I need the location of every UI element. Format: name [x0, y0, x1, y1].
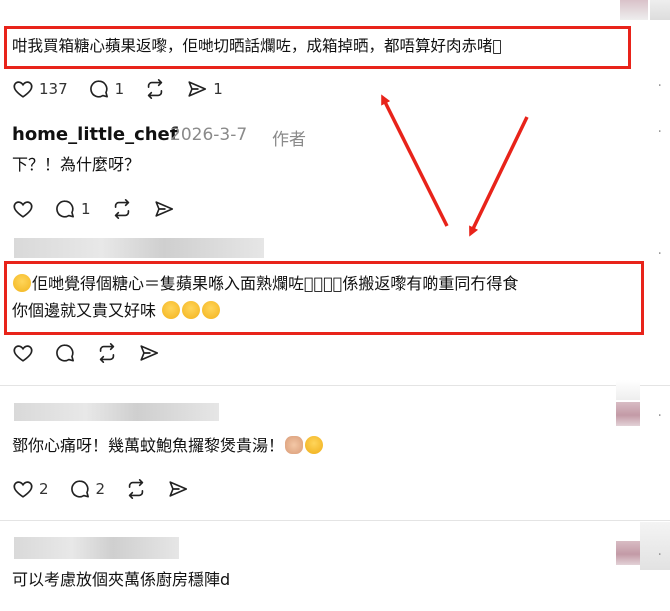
share-button[interactable]	[153, 198, 175, 220]
more-options-icon[interactable]: ·	[658, 408, 662, 424]
send-icon	[169, 481, 188, 497]
comment-bubble-icon	[56, 200, 74, 218]
more-options-icon[interactable]: ·	[658, 124, 662, 140]
comment-actions	[12, 340, 180, 366]
repost-button[interactable]	[125, 478, 147, 500]
blurred-username	[14, 403, 219, 421]
like-count: 2	[39, 480, 49, 498]
heart-icon	[13, 201, 33, 218]
share-button[interactable]	[167, 478, 189, 500]
blurred-username	[14, 238, 264, 258]
reply-count: 1	[81, 200, 91, 218]
share-button[interactable]: 1	[186, 78, 223, 100]
repost-icon	[99, 343, 115, 363]
repost-button[interactable]	[96, 342, 118, 364]
reply-button[interactable]: 1	[88, 78, 125, 100]
reply-button[interactable]: 1	[54, 198, 91, 220]
blurred-corner	[616, 380, 640, 400]
like-button[interactable]: 137	[12, 78, 68, 100]
heart-icon	[13, 345, 33, 362]
reply-count: 1	[114, 80, 125, 98]
arrow-up	[381, 94, 449, 227]
more-options-icon[interactable]: ·	[658, 78, 662, 94]
comment-bubble-icon	[56, 344, 74, 362]
author-name[interactable]: home_little_chef	[12, 124, 178, 145]
like-count: 137	[39, 80, 68, 98]
more-options-icon[interactable]: ·	[658, 246, 662, 262]
blurred-avatar	[616, 541, 640, 565]
repost-icon	[114, 199, 129, 219]
pray-hands-emoji	[285, 436, 304, 454]
highlight-box	[4, 26, 631, 69]
repost-button[interactable]	[144, 78, 166, 100]
repost-button[interactable]	[111, 198, 133, 220]
sweat-smile-emoji	[305, 436, 324, 454]
send-icon	[140, 345, 159, 361]
comment-divider	[0, 520, 670, 521]
blurred-corner	[640, 522, 670, 570]
like-button[interactable]	[12, 198, 34, 220]
like-button[interactable]: 2	[12, 478, 49, 500]
send-icon	[188, 81, 207, 97]
blurred-username	[14, 537, 179, 559]
comment-actions: 1	[12, 196, 195, 222]
comment-date: 2026-3-7	[170, 125, 248, 145]
heart-icon	[13, 81, 33, 98]
reply-button[interactable]	[54, 342, 76, 364]
repost-icon	[128, 479, 144, 499]
comment-text: 下？！為什麼呀？	[12, 155, 141, 174]
author-badge: 作者	[272, 130, 306, 150]
highlight-box	[4, 261, 644, 335]
reply-count: 2	[95, 480, 106, 498]
repost-icon	[147, 79, 163, 99]
comment-actions: 137 1 1	[12, 76, 243, 102]
blurred-avatar-top	[620, 0, 648, 20]
arrow-down	[469, 116, 529, 237]
reply-button[interactable]: 2	[69, 478, 106, 500]
comment-bubble-icon	[89, 80, 108, 98]
more-options-icon[interactable]: ·	[658, 547, 662, 563]
comment-bubble-icon	[70, 480, 89, 498]
blurred-avatar	[616, 402, 640, 426]
comment-text: 鄧你心痛呀！幾萬蚊鮑魚攞黎煲貴湯！	[12, 433, 324, 459]
send-icon	[154, 201, 173, 217]
blurred-corner-top	[650, 0, 670, 20]
heart-icon	[13, 481, 33, 498]
share-button[interactable]	[138, 342, 160, 364]
share-count: 1	[213, 80, 223, 98]
comment-actions: 2 2	[12, 476, 209, 502]
like-button[interactable]	[12, 342, 34, 364]
comment-text: 可以考慮放個夾萬係廚房穩陣d	[12, 570, 231, 589]
comment-divider	[0, 385, 670, 386]
